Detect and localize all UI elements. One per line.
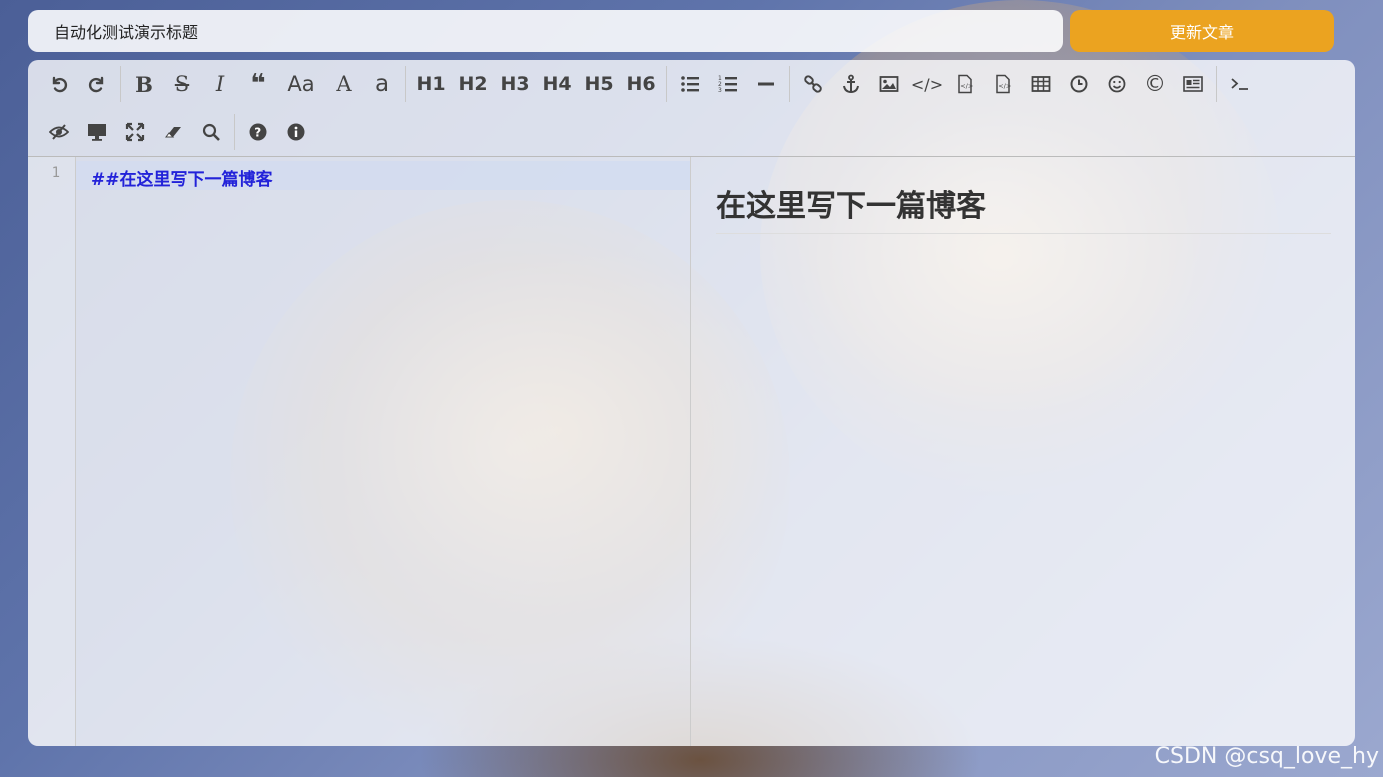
quote-icon[interactable]: ❝ <box>239 65 277 103</box>
markdown-editor: B S I ❝ Aa A a H1 H2 H3 H4 H5 H6 123 </>… <box>28 60 1355 746</box>
toolbar-row-1: B S I ❝ Aa A a H1 H2 H3 H4 H5 H6 123 </>… <box>40 64 1259 104</box>
datetime-icon[interactable] <box>1060 65 1098 103</box>
uppercase-icon[interactable]: A <box>325 65 363 103</box>
html-entities-icon[interactable]: © <box>1136 65 1174 103</box>
code-block-icon[interactable]: </> <box>946 65 984 103</box>
unordered-list-icon[interactable] <box>671 65 709 103</box>
h5-button[interactable]: H5 <box>578 65 620 103</box>
pagebreak-icon[interactable] <box>1174 65 1212 103</box>
info-icon[interactable] <box>277 113 315 151</box>
table-icon[interactable] <box>1022 65 1060 103</box>
h4-button[interactable]: H4 <box>536 65 578 103</box>
image-icon[interactable] <box>870 65 908 103</box>
h3-button[interactable]: H3 <box>494 65 536 103</box>
lowercase-icon[interactable]: a <box>363 65 401 103</box>
code-line[interactable]: ##在这里写下一篇博客 <box>91 165 273 190</box>
svg-text:?: ? <box>254 126 261 140</box>
watch-toggle-eye-slash-icon[interactable] <box>40 113 78 151</box>
editor-toolbar: B S I ❝ Aa A a H1 H2 H3 H4 H5 H6 123 </>… <box>28 60 1355 157</box>
toolbar-row-2: ? <box>40 112 315 152</box>
toolbar-separator <box>789 66 790 102</box>
horizontal-rule-icon[interactable] <box>747 65 785 103</box>
emoji-icon[interactable] <box>1098 65 1136 103</box>
bold-icon[interactable]: B <box>125 65 163 103</box>
toolbar-separator <box>120 66 121 102</box>
ordered-list-icon[interactable]: 123 <box>709 65 747 103</box>
italic-icon[interactable]: I <box>201 65 239 103</box>
h6-button[interactable]: H6 <box>620 65 662 103</box>
svg-text:</>: </> <box>998 82 1011 90</box>
toolbar-separator <box>666 66 667 102</box>
clear-eraser-icon[interactable] <box>154 113 192 151</box>
terminal-icon[interactable] <box>1221 65 1259 103</box>
preformatted-text-icon[interactable]: </> <box>984 65 1022 103</box>
toolbar-separator <box>234 114 235 150</box>
markdown-preview-pane: 在这里写下一篇博客 <box>692 157 1355 746</box>
update-article-button[interactable]: 更新文章 <box>1070 10 1334 52</box>
toolbar-separator <box>405 66 406 102</box>
code-icon[interactable]: </> <box>908 65 946 103</box>
h2-button[interactable]: H2 <box>452 65 494 103</box>
strikethrough-icon[interactable]: S <box>163 65 201 103</box>
article-title-input[interactable] <box>52 20 1063 42</box>
fullscreen-icon[interactable] <box>116 113 154 151</box>
watermark-text: CSDN @csq_love_hy <box>1154 744 1379 769</box>
help-icon[interactable]: ? <box>239 113 277 151</box>
title-field-container <box>28 10 1063 52</box>
redo-icon[interactable] <box>78 65 116 103</box>
markdown-source-pane[interactable]: ##在这里写下一篇博客 <box>76 157 691 746</box>
h1-button[interactable]: H1 <box>410 65 452 103</box>
toolbar-separator <box>1216 66 1217 102</box>
line-number-gutter: 1 <box>28 157 76 746</box>
svg-text:3: 3 <box>718 87 722 94</box>
undo-icon[interactable] <box>40 65 78 103</box>
uppercase-toggle-icon[interactable]: Aa <box>277 65 325 103</box>
preview-heading: 在这里写下一篇博客 <box>716 181 1331 234</box>
line-number: 1 <box>51 165 60 181</box>
preview-monitor-icon[interactable] <box>78 113 116 151</box>
svg-text:</>: </> <box>960 82 973 90</box>
anchor-icon[interactable] <box>832 65 870 103</box>
link-icon[interactable] <box>794 65 832 103</box>
search-icon[interactable] <box>192 113 230 151</box>
